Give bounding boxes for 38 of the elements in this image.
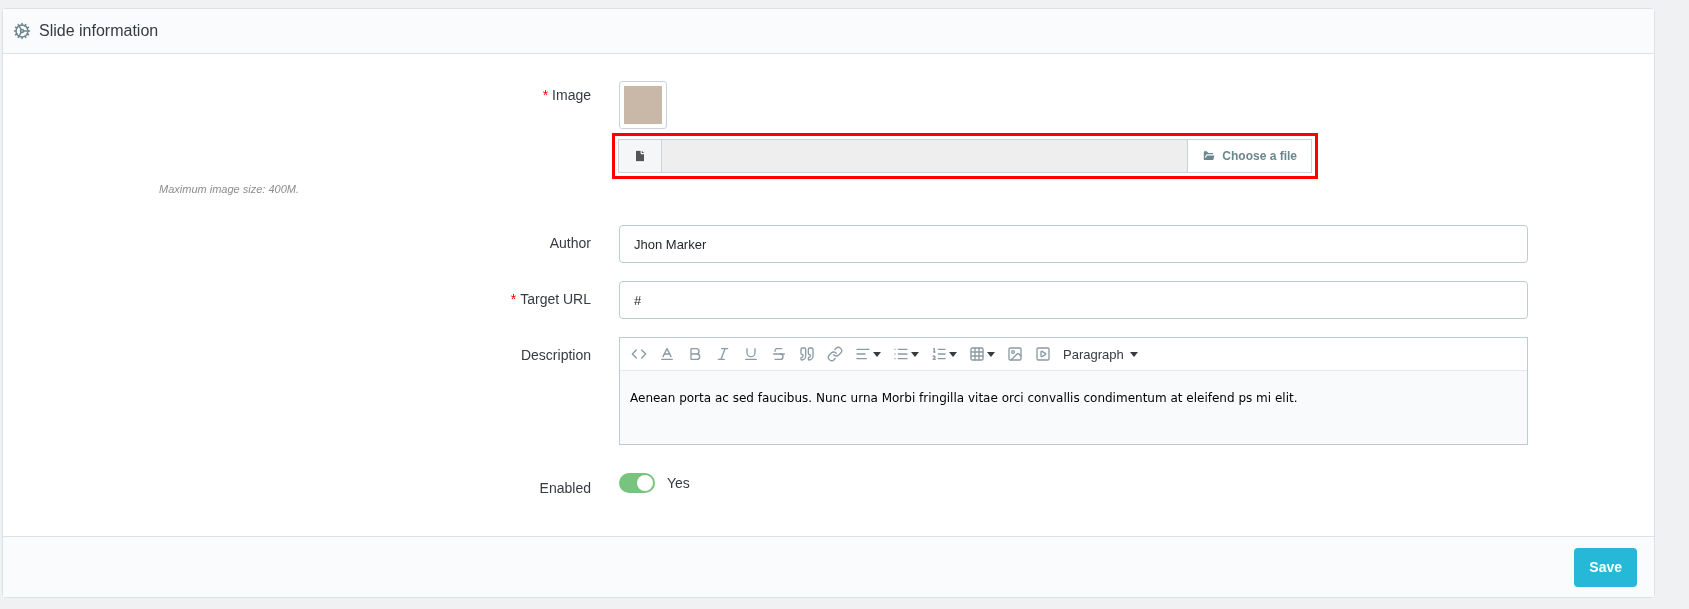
table-icon: [969, 346, 985, 362]
caret-icon: [949, 351, 957, 357]
text-color-icon: [659, 346, 675, 362]
code-icon: [631, 346, 647, 362]
file-icon: [633, 149, 647, 163]
file-name-field[interactable]: [662, 139, 1188, 173]
quote-icon: [799, 346, 815, 362]
underline-icon: [743, 346, 759, 362]
text-input[interactable]: Jhon Marker: [619, 225, 1528, 263]
rich-text-editor[interactable]: Paragraph Aenean porta ac sed faucibus. Nunc urna Morbi fringilla vitae orci convallis condimentum at eleifend ps mi elit.: [619, 337, 1528, 445]
align-left-icon: [855, 346, 871, 362]
field-label: * Target URL: [509, 290, 591, 309]
field-label: Enabled: [538, 479, 591, 496]
numbered-list-icon: [931, 346, 947, 362]
settings-icon: [13, 22, 31, 40]
toggle-label: Yes: [667, 475, 690, 491]
caret-icon: [911, 351, 919, 357]
italic-icon: [715, 346, 731, 362]
editor-text: Aenean porta ac sed faucibus. Nunc urna Morbi fringilla vitae orci convallis condimentum at eleifend ps mi elit.: [620, 371, 1527, 444]
choose-file-button[interactable]: Choose a file: [1187, 139, 1312, 173]
field-label: Description: [519, 346, 591, 365]
caret-icon: [873, 351, 881, 357]
field-label: * Image: [541, 86, 591, 105]
help-text: Maximum image size: 400M.: [158, 183, 300, 195]
image-icon: [1007, 346, 1023, 362]
video-icon: [1035, 346, 1051, 362]
toggle-switch[interactable]: [619, 473, 655, 493]
link-icon: [827, 346, 843, 362]
panel-title: Slide information: [39, 22, 159, 40]
folder-icon: [1202, 149, 1217, 163]
bullet-list-icon: [893, 346, 909, 362]
format-dropdown[interactable]: Paragraph: [1060, 344, 1141, 364]
strikethrough-icon: [771, 346, 787, 362]
caret-icon: [987, 351, 995, 357]
text-input[interactable]: #: [619, 281, 1528, 319]
field-label: Author: [548, 234, 591, 253]
caret-icon: [1129, 351, 1138, 357]
bold-icon: [687, 346, 703, 362]
